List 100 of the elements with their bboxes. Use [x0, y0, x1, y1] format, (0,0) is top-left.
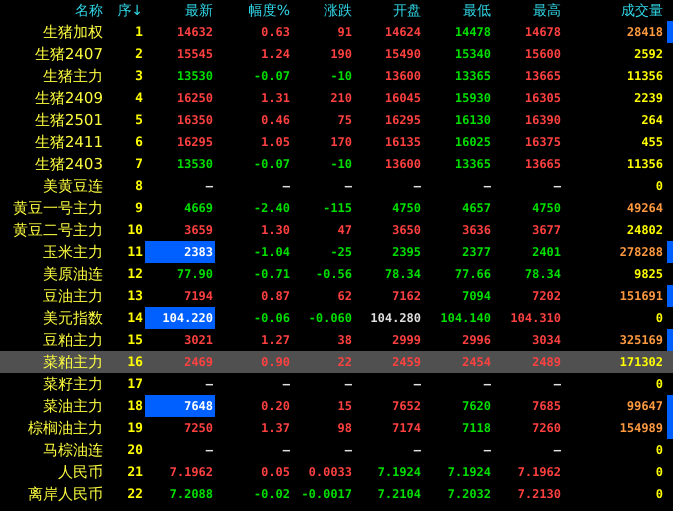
quote-text: 13600 — [384, 157, 421, 171]
column-header[interactable]: 最新 — [145, 0, 215, 21]
quote-text: 15340 — [454, 47, 491, 61]
price-text: 3659 — [184, 223, 213, 237]
instrument-name[interactable]: 美原油连 — [0, 263, 105, 285]
quote-text: 13365 — [454, 157, 491, 171]
instrument-name[interactable]: 菜籽主力 — [0, 373, 105, 395]
instrument-name[interactable]: 人民币 — [0, 461, 105, 483]
volume-text: 278288 — [620, 245, 663, 259]
quote-text: — — [414, 179, 421, 193]
column-header[interactable]: 幅度% — [215, 0, 292, 21]
quote-text: — — [344, 377, 352, 391]
price-text: 3021 — [184, 333, 213, 347]
quote-text: -0.07 — [254, 157, 290, 171]
quote-text: 16045 — [384, 91, 421, 105]
instrument-name[interactable]: 马棕油连 — [0, 439, 105, 461]
instrument-name[interactable]: 生猪2501 — [0, 109, 105, 131]
quote-text: 15600 — [524, 47, 561, 61]
quote-text: 2395 — [392, 245, 421, 259]
instrument-name[interactable]: 生猪加权 — [0, 21, 105, 43]
column-header[interactable]: 名称 — [0, 0, 105, 21]
instrument-name[interactable]: 菜粕主力 — [0, 351, 105, 373]
column-header[interactable]: 成交量 — [563, 0, 665, 21]
column-header[interactable]: 最低 — [423, 0, 493, 21]
instrument-name[interactable]: 黄豆二号主力 — [0, 219, 105, 241]
instrument-name[interactable]: 黄豆一号主力 — [0, 197, 105, 219]
quote-text: 170 — [330, 135, 352, 149]
quote-text: 38 — [338, 333, 352, 347]
column-header[interactable]: 序↓ — [105, 0, 145, 21]
instrument-name[interactable]: 生猪2407 — [0, 43, 105, 65]
quote-text: 7.2104 — [378, 487, 421, 501]
instrument-name[interactable]: 豆油主力 — [0, 285, 105, 307]
quote-text: 7.1924 — [378, 465, 421, 479]
quote-text: -10 — [330, 69, 352, 83]
quote-text: 0.05 — [261, 465, 290, 479]
column-header[interactable]: 开盘 — [354, 0, 423, 21]
instrument-name[interactable]: 美元指数 — [0, 307, 105, 329]
quote-text: 98 — [338, 421, 352, 435]
column-header[interactable]: 涨跌 — [292, 0, 354, 21]
instrument-name[interactable]: 生猪主力 — [0, 65, 105, 87]
row-number: 18 — [126, 398, 144, 416]
quote-text: 7.2130 — [518, 487, 561, 501]
quote-text: 16130 — [454, 113, 491, 127]
volume-text: 151691 — [620, 289, 663, 303]
volume-text: 28418 — [626, 25, 663, 39]
volume-text: 455 — [641, 135, 663, 149]
quote-text: 4750 — [392, 201, 421, 215]
quote-text: — — [554, 179, 561, 193]
quote-text: 210 — [330, 91, 352, 105]
volume-text: 0 — [656, 311, 663, 325]
quote-text: 7094 — [462, 289, 491, 303]
volume-text: 99647 — [626, 399, 663, 413]
instrument-name[interactable]: 玉米主力 — [0, 241, 105, 263]
instrument-name[interactable]: 生猪2409 — [0, 87, 105, 109]
row-number: 8 — [134, 178, 144, 196]
quote-text: -10 — [330, 157, 352, 171]
row-number: 13 — [126, 288, 144, 306]
instrument-name[interactable]: 菜油主力 — [0, 395, 105, 417]
quote-text: 7620 — [462, 399, 491, 413]
price-text: 16295 — [176, 135, 213, 149]
price-text: 104.220 — [162, 311, 213, 325]
quote-text: 0.87 — [261, 289, 290, 303]
instrument-name[interactable]: 棕榈油主力 — [0, 417, 105, 439]
quote-text: 78.34 — [384, 267, 421, 281]
quote-text: 13600 — [384, 69, 421, 83]
row-number: 3 — [134, 68, 144, 86]
quote-text: -0.07 — [254, 69, 290, 83]
price-text: 16350 — [176, 113, 213, 127]
quote-text: -0.06 — [254, 311, 290, 325]
quote-text: 75 — [338, 113, 352, 127]
instrument-name[interactable]: 美黄豆连 — [0, 175, 105, 197]
instrument-name[interactable]: 生猪2411 — [0, 131, 105, 153]
column-header[interactable]: 最高 — [493, 0, 563, 21]
volume-text: 49264 — [626, 201, 663, 215]
volume-text: 264 — [641, 113, 663, 127]
row-number: 12 — [126, 266, 144, 284]
quote-text: 16375 — [524, 135, 561, 149]
price-text: 4669 — [184, 201, 213, 215]
quote-text: 7118 — [462, 421, 491, 435]
instrument-name[interactable]: 离岸人民币 — [0, 483, 105, 505]
row-number: 2 — [134, 46, 144, 64]
quote-text: 1.27 — [261, 333, 290, 347]
instrument-name[interactable]: 豆粕主力 — [0, 329, 105, 351]
quote-text: — — [282, 443, 290, 457]
quote-text: -2.40 — [254, 201, 290, 215]
row-number: 7 — [134, 156, 144, 174]
quote-text: -0.0017 — [301, 487, 352, 501]
volume-text: 0 — [656, 179, 663, 193]
price-text: 13530 — [176, 69, 213, 83]
selected-row-background[interactable]: 菜粕主力 16 2469 0.90 22 2459 2454 2489 171302 — [0, 351, 673, 373]
price-text: 7648 — [184, 399, 213, 413]
price-text: 7.2088 — [170, 487, 213, 501]
quote-text: 77.66 — [454, 267, 491, 281]
price-text: 7250 — [184, 421, 213, 435]
quote-text: 104.310 — [510, 311, 561, 325]
price-text: 15545 — [176, 47, 213, 61]
instrument-name[interactable]: 生猪2403 — [0, 153, 105, 175]
quote-text: 2489 — [532, 355, 561, 369]
quote-text: — — [282, 377, 290, 391]
volume-text: 0 — [656, 465, 663, 479]
